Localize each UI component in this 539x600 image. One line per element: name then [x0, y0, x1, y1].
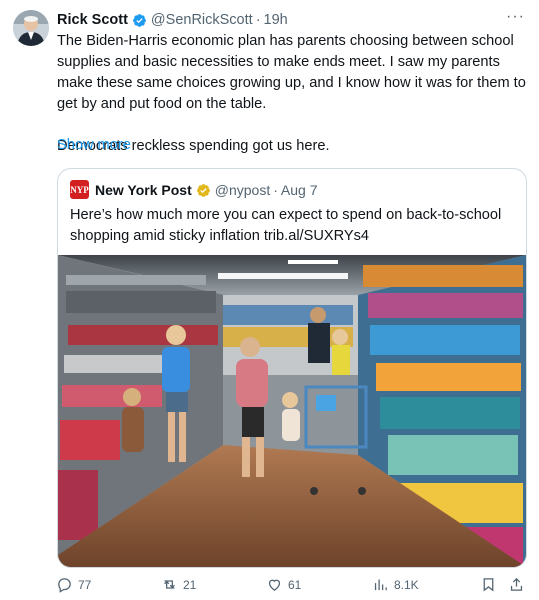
- reply-button[interactable]: 77: [56, 576, 91, 593]
- more-options-icon[interactable]: ···: [506, 8, 525, 26]
- like-count: 61: [288, 577, 302, 592]
- gold-verified-badge-icon: [196, 183, 211, 198]
- repost-icon: [164, 580, 175, 589]
- reply-count: 77: [78, 577, 92, 592]
- bookmark-icon: [483, 578, 494, 592]
- views-button[interactable]: 8.1K: [372, 576, 419, 593]
- show-more-link[interactable]: Show more: [57, 137, 131, 153]
- tweet-header: Rick Scott @SenRickScott · 19h: [57, 9, 529, 31]
- separator-dot: ·: [273, 182, 278, 198]
- verified-badge-icon: [132, 13, 147, 28]
- views-chart-icon: [374, 579, 387, 591]
- quoted-tweet[interactable]: NYP New York Post @nypost · Aug 7 Here’s…: [57, 168, 527, 568]
- quoted-timestamp[interactable]: Aug 7: [281, 182, 318, 198]
- view-count: 8.1K: [394, 577, 419, 592]
- tweet-actions-bar: 77 21 61 8.1K: [56, 576, 526, 598]
- like-button[interactable]: 61: [266, 576, 301, 593]
- heart-icon: [268, 579, 281, 591]
- quoted-tweet-text: Here’s how much more you can expect to s…: [70, 207, 502, 244]
- author-name[interactable]: Rick Scott: [57, 12, 128, 28]
- quoted-author-name[interactable]: New York Post: [95, 182, 192, 198]
- author-handle[interactable]: @SenRickScott: [151, 12, 253, 28]
- tweet: Rick Scott @SenRickScott · 19h ··· The B…: [0, 0, 539, 600]
- nypost-logo-icon: NYP: [70, 180, 89, 199]
- avatar[interactable]: [13, 10, 49, 46]
- share-icon: [510, 577, 523, 591]
- store-aisle-photo[interactable]: [58, 255, 526, 567]
- separator-dot: ·: [255, 12, 261, 28]
- tweet-timestamp[interactable]: 19h: [264, 12, 288, 28]
- reply-icon: [58, 578, 71, 593]
- repost-button[interactable]: 21: [161, 576, 196, 593]
- quoted-tweet-header: New York Post @nypost · Aug 7: [95, 180, 317, 200]
- bookmark-button[interactable]: [480, 576, 502, 593]
- repost-count: 21: [183, 577, 197, 592]
- quoted-author-handle[interactable]: @nypost: [215, 182, 270, 198]
- share-button[interactable]: [508, 576, 530, 593]
